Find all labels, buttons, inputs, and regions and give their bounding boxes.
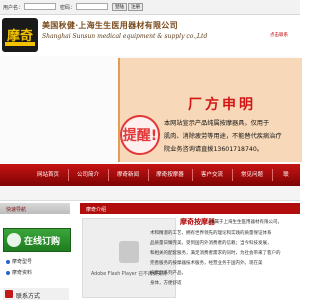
nav-products[interactable]: 摩奇按摩器: [150, 164, 190, 186]
intro-line: 品质量日臻完美，受到国内外消费者的信赖；当今科技发展，: [150, 241, 272, 246]
company-name-en: Shanghai Sunsun medical equipment & supp…: [42, 33, 208, 40]
order-online-label: 在线订购: [24, 237, 61, 247]
intro-section-header: 摩奇介绍: [80, 203, 300, 214]
notice-line: 肌肉、消除疲劳等用途，不能替代疾病治疗: [164, 133, 282, 140]
nav-divider: [272, 169, 273, 181]
password-label: 密码：: [60, 5, 76, 11]
company-logo[interactable]: 摩奇: [2, 18, 38, 52]
quick-nav-header: 快速导航: [0, 203, 70, 214]
notice-title: 厂方申明: [188, 97, 256, 113]
notice-line: 本网站宣示产品纯属按摩器具，仅用于: [164, 120, 270, 127]
nav-contact[interactable]: 联: [276, 164, 296, 186]
main-nav: 网站首页 公司简介 摩奇新闻 摩奇按摩器 客户交流 常见问题 联: [0, 164, 300, 186]
sub-band: [0, 186, 300, 201]
sidebar-link-models[interactable]: 摩奇型号: [6, 258, 32, 265]
logo-underline: [5, 42, 35, 46]
phone-icon: [5, 290, 13, 298]
plugin-puzzle-icon: [119, 241, 139, 263]
reminder-stamp-icon: 提醒!: [120, 115, 160, 155]
nav-divider: [68, 169, 69, 181]
intro-line: 隶属于上海生生医用器材有限公司，: [210, 220, 282, 225]
intro-section-title: 摩奇介绍: [86, 207, 107, 213]
intro-line: 按摩器系列产品，: [150, 271, 186, 276]
stamp-text: 提醒!: [122, 128, 158, 144]
intro-line: 和相关的配套服务，满足消费者需求的同时，为社会带来了客户的: [150, 251, 281, 256]
nav-divider: [148, 169, 149, 181]
notice-line: 院业务咨询请直拨13601718740。: [164, 146, 263, 153]
nav-home[interactable]: 网站首页: [30, 164, 66, 186]
cart-icon: [7, 233, 21, 247]
bullet-icon: [6, 270, 10, 275]
nav-about[interactable]: 公司简介: [70, 164, 106, 186]
username-input[interactable]: [24, 3, 56, 10]
nav-clients[interactable]: 客户交流: [194, 164, 230, 186]
login-button[interactable]: 登陆: [112, 3, 127, 11]
nav-news[interactable]: 摩奇新闻: [110, 164, 146, 186]
bullet-icon: [6, 259, 10, 264]
quick-nav-title: 快速导航: [6, 207, 27, 213]
username-label: 用户名：: [3, 5, 24, 11]
nav-divider: [192, 169, 193, 181]
intro-line: 完善服务的按摩器技术服务，经营业务于国内外。现在美: [150, 261, 263, 266]
contact-section-header: 联系方式: [3, 288, 69, 300]
login-bar: 用户名： 密码： 登陆 注册: [0, 0, 300, 15]
nav-faq[interactable]: 常见问题: [234, 164, 270, 186]
order-online-button[interactable]: 在线订购: [3, 228, 71, 252]
intro-line: 术和精湛的工艺，拥有世界领先的理论和实践的质量保证体系: [150, 231, 272, 236]
register-button[interactable]: 注册: [128, 3, 143, 11]
password-input[interactable]: [76, 3, 108, 10]
nav-divider: [232, 169, 233, 181]
contact-title: 联系方式: [16, 293, 41, 300]
sidebar-link-info[interactable]: 摩奇资料: [6, 269, 32, 276]
intro-line: 身体，方便舒适: [150, 281, 182, 286]
contact-link[interactable]: 点击联系: [270, 32, 288, 38]
company-name-cn: 美国秋健·上海生生医用器材有限公司: [42, 20, 178, 30]
nav-divider: [108, 169, 109, 181]
